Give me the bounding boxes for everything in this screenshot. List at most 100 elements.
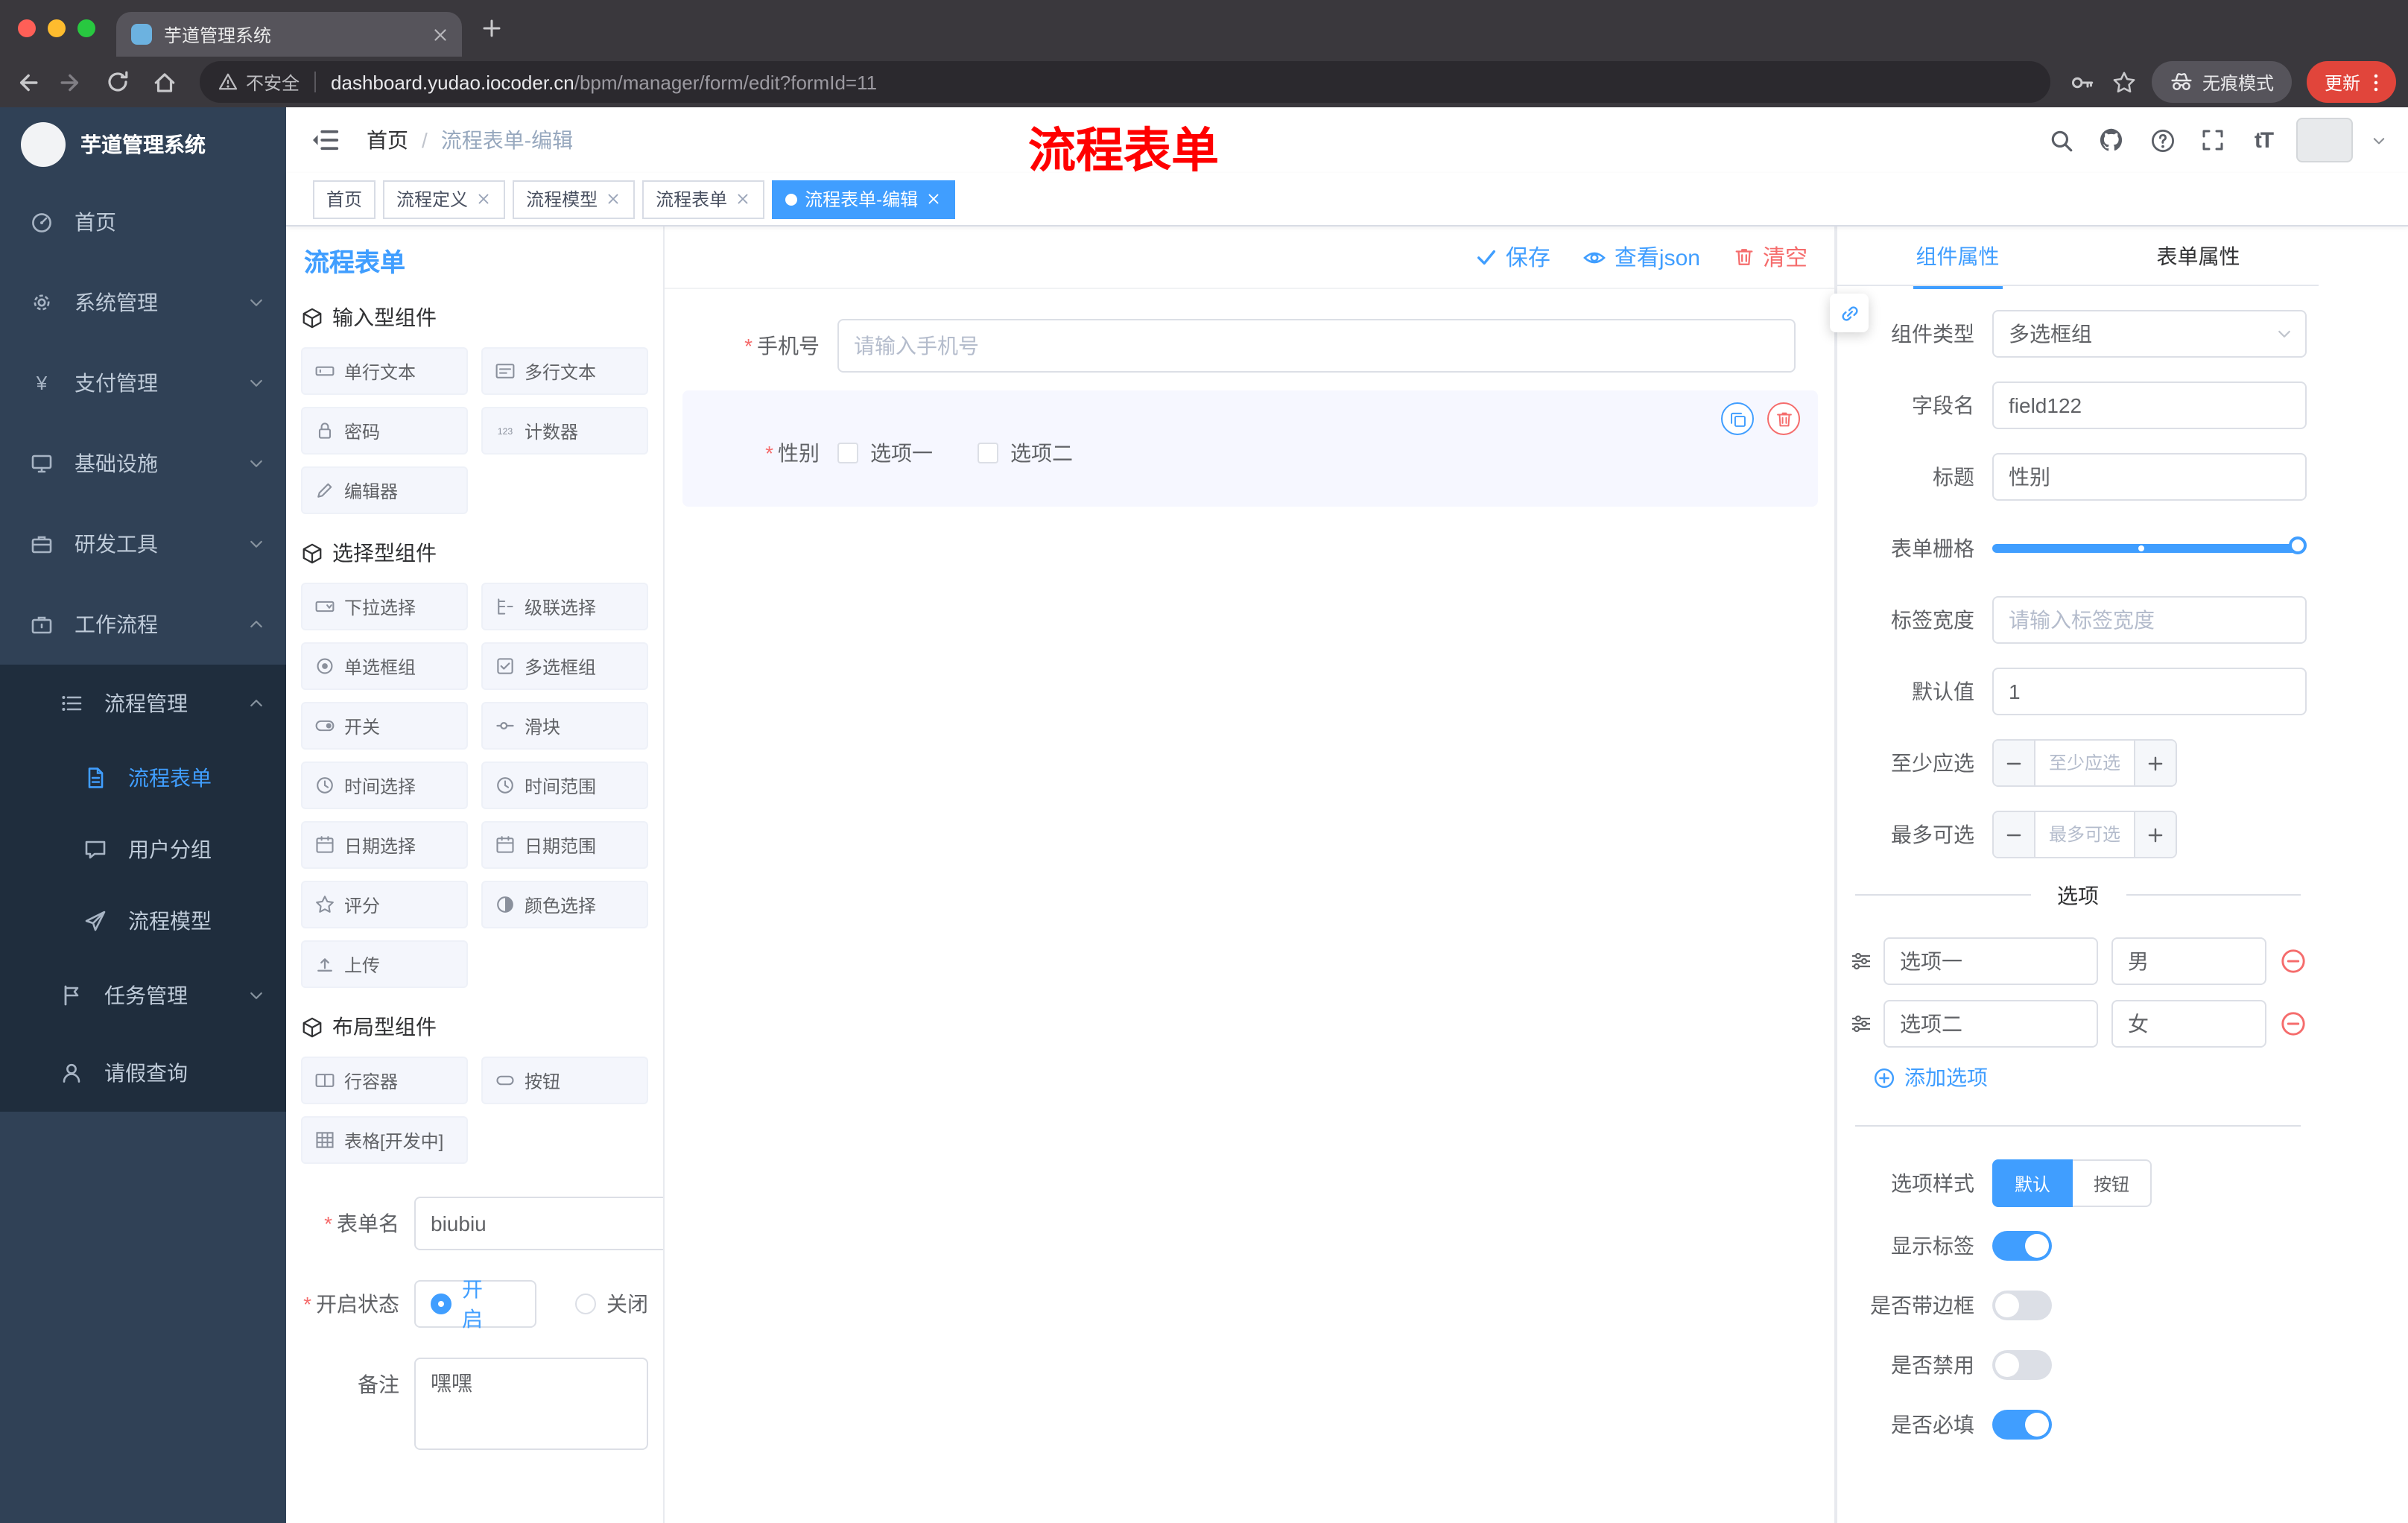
delete-component-button[interactable] xyxy=(1767,402,1800,435)
palette-item-button[interactable]: 按钮 xyxy=(481,1057,648,1104)
palette-item-time-picker[interactable]: 时间选择 xyxy=(301,762,468,809)
tab-close-icon[interactable] xyxy=(431,25,450,44)
palette-item-password[interactable]: 密码 xyxy=(301,407,468,455)
window-close-button[interactable] xyxy=(18,19,36,37)
reload-button[interactable] xyxy=(97,61,139,103)
browser-tab[interactable]: 芋道管理系统 xyxy=(116,12,462,57)
sidebar-item-leave-query[interactable]: 请假查询 xyxy=(0,1034,286,1112)
palette-item-counter[interactable]: 计数器 xyxy=(481,407,648,455)
title-input[interactable] xyxy=(1992,453,2307,501)
canvas-field-phone[interactable]: * 手机号 xyxy=(682,319,1816,373)
header-search-button[interactable] xyxy=(2043,122,2079,158)
default-value-input[interactable] xyxy=(1992,668,2307,715)
sidebar-item-payment[interactable]: 支付管理 xyxy=(0,343,286,423)
palette-item-radio-group[interactable]: 单选框组 xyxy=(301,642,468,690)
avatar-caret-icon[interactable] xyxy=(2371,132,2387,148)
option-2-value-input[interactable] xyxy=(2111,1000,2266,1048)
option-1-label-input[interactable] xyxy=(1883,937,2098,985)
palette-item-editor[interactable]: 编辑器 xyxy=(301,466,468,514)
sidebar-item-home[interactable]: 首页 xyxy=(0,182,286,262)
field-name-input[interactable] xyxy=(1992,381,2307,429)
phone-input[interactable] xyxy=(837,319,1796,373)
option-style-button-button[interactable]: 按钮 xyxy=(2073,1159,2152,1207)
gender-option-2-checkbox[interactable]: 选项二 xyxy=(978,438,1073,468)
palette-item-date-picker[interactable]: 日期选择 xyxy=(301,821,468,869)
decrease-button[interactable] xyxy=(1994,741,2035,785)
palette-item-switch[interactable]: 开关 xyxy=(301,702,468,750)
browser-update-button[interactable]: 更新 xyxy=(2306,61,2396,103)
option-style-default-button[interactable]: 默认 xyxy=(1992,1159,2073,1207)
close-icon[interactable] xyxy=(925,191,942,207)
form-name-input[interactable] xyxy=(414,1197,663,1250)
remove-option-icon[interactable] xyxy=(2280,948,2307,975)
disabled-switch[interactable] xyxy=(1992,1350,2052,1380)
back-button[interactable] xyxy=(4,61,46,103)
required-switch[interactable] xyxy=(1992,1410,2052,1440)
canvas-field-gender-selected[interactable]: * 性别 选项一 选项二 xyxy=(682,390,1818,507)
window-minimize-button[interactable] xyxy=(48,19,66,37)
close-icon[interactable] xyxy=(605,191,621,207)
remove-option-icon[interactable] xyxy=(2280,1010,2307,1037)
component-type-select[interactable]: 多选框组 xyxy=(1992,310,2307,358)
option-1-value-input[interactable] xyxy=(2111,937,2266,985)
fullscreen-button[interactable] xyxy=(2195,122,2231,158)
view-json-button[interactable]: 查看json xyxy=(1583,241,1700,273)
app-logo[interactable]: 芋道管理系统 xyxy=(0,107,286,182)
kebab-menu-icon[interactable] xyxy=(2365,71,2387,93)
security-chip[interactable]: 不安全 xyxy=(218,69,300,95)
gender-option-1-checkbox[interactable]: 选项一 xyxy=(837,438,933,468)
clear-button[interactable]: 清空 xyxy=(1733,241,1807,273)
sidebar-item-devtools[interactable]: 研发工具 xyxy=(0,504,286,584)
option-drag-icon[interactable] xyxy=(1849,949,1873,973)
tag-process-definition[interactable]: 流程定义 xyxy=(383,180,506,218)
sidebar-item-workflow[interactable]: 工作流程 xyxy=(0,584,286,665)
palette-item-date-range[interactable]: 日期范围 xyxy=(481,821,648,869)
password-key-button[interactable] xyxy=(2062,61,2104,103)
max-select-input[interactable] xyxy=(2035,812,2134,857)
user-avatar[interactable] xyxy=(2296,118,2353,162)
new-tab-button[interactable] xyxy=(480,16,504,40)
tab-form-props[interactable]: 表单属性 xyxy=(2078,227,2319,285)
increase-button[interactable] xyxy=(2134,812,2176,857)
github-link[interactable] xyxy=(2094,122,2129,158)
sidebar-collapse-icon[interactable] xyxy=(310,125,340,155)
slider-handle[interactable] xyxy=(2289,536,2307,554)
form-grid-slider[interactable] xyxy=(1992,525,2307,572)
address-bar[interactable]: 不安全 dashboard.yudao.iocoder.cn /bpm/mana… xyxy=(200,61,2050,103)
palette-item-multi-line-text[interactable]: 多行文本 xyxy=(481,347,648,395)
tag-process-model[interactable]: 流程模型 xyxy=(513,180,636,218)
palette-item-color-picker[interactable]: 颜色选择 xyxy=(481,881,648,928)
tag-home[interactable]: 首页 xyxy=(313,180,376,218)
display-label-switch[interactable] xyxy=(1992,1231,2052,1261)
sidebar-item-process-management[interactable]: 流程管理 xyxy=(0,665,286,742)
sidebar-item-infra[interactable]: 基础设施 xyxy=(0,423,286,504)
tag-process-form[interactable]: 流程表单 xyxy=(642,180,765,218)
window-zoom-button[interactable] xyxy=(77,19,95,37)
palette-item-row-container[interactable]: 行容器 xyxy=(301,1057,468,1104)
sidebar-item-system[interactable]: 系统管理 xyxy=(0,262,286,343)
help-button[interactable] xyxy=(2144,122,2180,158)
close-icon[interactable] xyxy=(475,191,492,207)
add-option-button[interactable]: 添加选项 xyxy=(1873,1063,2307,1092)
palette-item-select[interactable]: 下拉选择 xyxy=(301,583,468,630)
palette-item-slider[interactable]: 滑块 xyxy=(481,702,648,750)
panel-link-button[interactable] xyxy=(1830,294,1869,332)
border-switch[interactable] xyxy=(1992,1291,2052,1320)
palette-item-rate[interactable]: 评分 xyxy=(301,881,468,928)
sidebar-item-process-form[interactable]: 流程表单 xyxy=(0,742,286,814)
status-off-radio[interactable]: 关闭 xyxy=(575,1289,648,1319)
tab-component-props[interactable]: 组件属性 xyxy=(1837,227,2078,288)
palette-item-time-range[interactable]: 时间范围 xyxy=(481,762,648,809)
palette-item-cascader[interactable]: 级联选择 xyxy=(481,583,648,630)
option-2-label-input[interactable] xyxy=(1883,1000,2098,1048)
breadcrumb-home[interactable]: 首页 xyxy=(367,125,408,155)
slider-track[interactable] xyxy=(1992,544,2304,553)
sidebar-item-process-model[interactable]: 流程模型 xyxy=(0,885,286,957)
increase-button[interactable] xyxy=(2134,741,2176,785)
option-drag-icon[interactable] xyxy=(1849,1012,1873,1036)
forward-button[interactable] xyxy=(51,61,92,103)
label-width-input[interactable] xyxy=(1992,596,2307,644)
status-on-radio[interactable]: 开启 xyxy=(414,1277,536,1331)
palette-item-checkbox-group[interactable]: 多选框组 xyxy=(481,642,648,690)
save-button[interactable]: 保存 xyxy=(1476,241,1550,273)
